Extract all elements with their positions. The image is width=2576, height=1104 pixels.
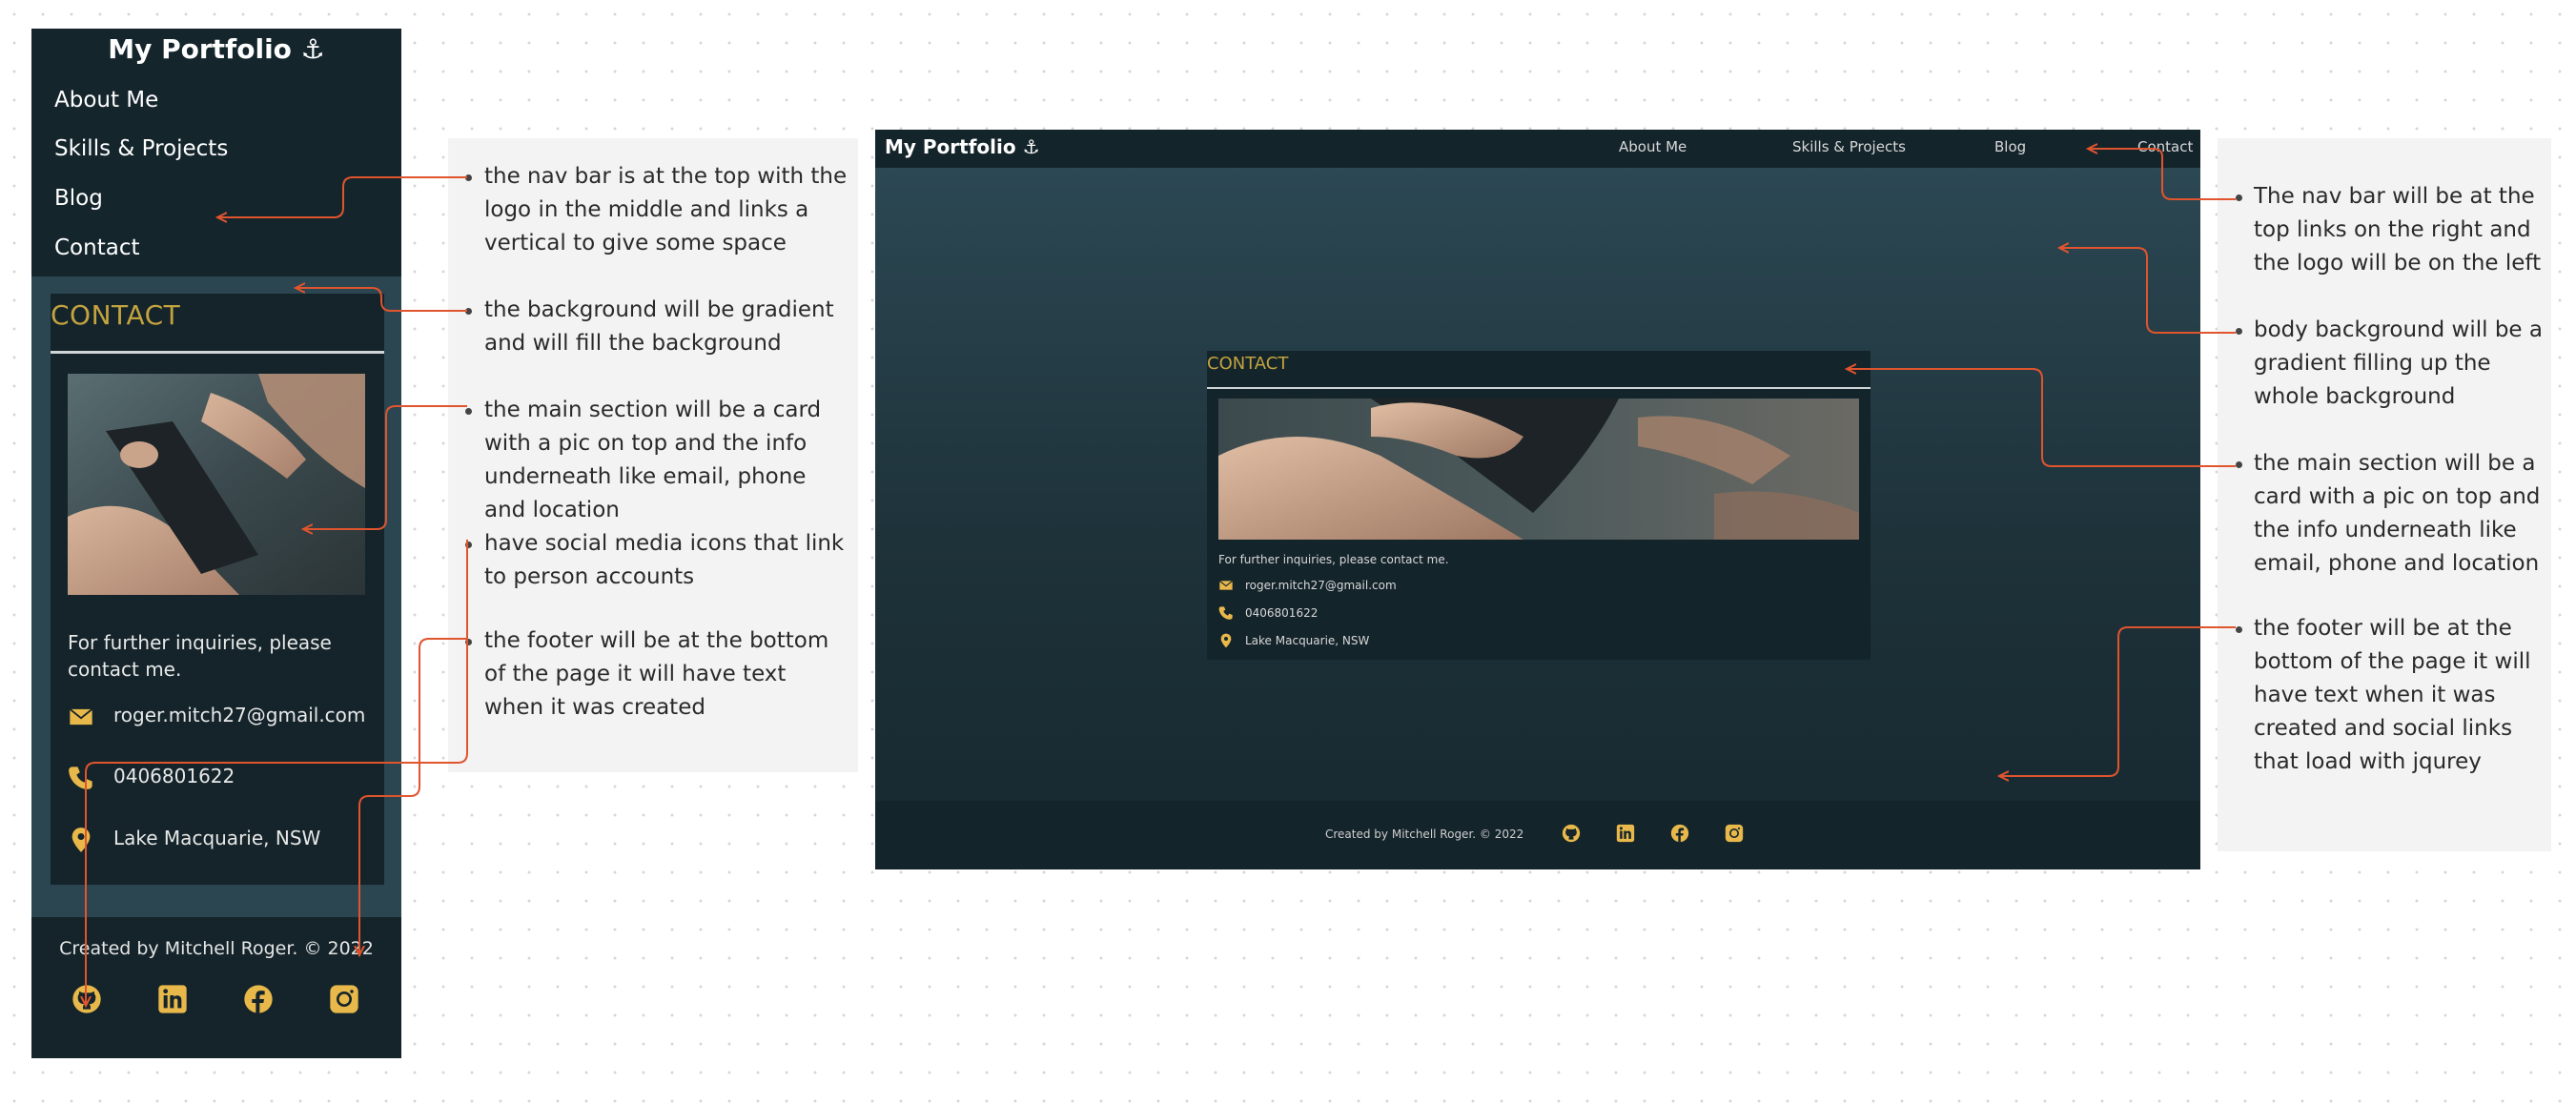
card-title: CONTACT	[1207, 354, 1289, 374]
mobile-mockup: My Portfolio ⚓ About Me Skills & Project…	[31, 29, 401, 1058]
instagram-icon[interactable]	[329, 984, 359, 1014]
footer-credit: Created by Mitchell Roger. © 2022	[59, 938, 374, 959]
card-title: CONTACT	[51, 299, 181, 331]
card-photo	[68, 374, 365, 595]
email-text[interactable]: roger.mitch27@gmail.com	[1245, 579, 1397, 592]
desktop-nav-bar: My Portfolio ⚓ About Me Skills & Project…	[875, 130, 2200, 168]
linkedin-icon[interactable]	[157, 984, 188, 1014]
facebook-icon[interactable]	[243, 984, 274, 1014]
mobile-note-card: the main section will be a card with a p…	[484, 398, 822, 522]
location-pin-icon	[68, 827, 94, 853]
instagram-icon[interactable]	[1725, 824, 1744, 843]
nav-link-skills[interactable]: Skills & Projects	[1792, 138, 1906, 155]
mobile-note-social: have social media icons that link to per…	[484, 531, 845, 589]
location-text: Lake Macquarie, NSW	[1245, 634, 1370, 647]
linkedin-icon[interactable]	[1616, 824, 1635, 843]
nav-link-blog[interactable]: Blog	[1994, 138, 2026, 155]
logo[interactable]: My Portfolio ⚓	[885, 135, 1040, 158]
inquiry-text: For further inquiries, please contact me…	[1218, 553, 1449, 566]
mobile-notes-panel: the nav bar is at the top with the logo …	[448, 138, 858, 772]
logo[interactable]: My Portfolio ⚓	[31, 31, 401, 69]
mobile-note-nav: the nav bar is at the top with the logo …	[484, 164, 848, 256]
mobile-footer: Created by Mitchell Roger. © 2022	[31, 917, 401, 1058]
note-bullet	[2236, 328, 2242, 335]
github-icon[interactable]	[72, 984, 102, 1014]
nav-link-contact[interactable]: Contact	[54, 235, 139, 260]
note-bullet	[465, 308, 472, 315]
note-bullet	[465, 174, 472, 181]
desktop-note-card: the main section will be a card with a p…	[2254, 451, 2541, 576]
card-photo	[1218, 399, 1859, 540]
desktop-note-nav: The nav bar will be at the top links on …	[2254, 184, 2542, 276]
location-text: Lake Macquarie, NSW	[113, 827, 321, 849]
facebook-icon[interactable]	[1670, 824, 1689, 843]
nav-link-contact[interactable]: Contact	[2137, 138, 2193, 155]
phone-icon	[1218, 605, 1234, 621]
mail-icon	[68, 704, 94, 730]
phone-text[interactable]: 0406801622	[1245, 606, 1318, 620]
desktop-note-footer: the footer will be at the bottom of the …	[2254, 616, 2531, 774]
mobile-note-background: the background will be gradient and will…	[484, 297, 834, 356]
desktop-footer: Created by Mitchell Roger. © 2022	[875, 801, 2200, 869]
note-bullet	[2236, 626, 2242, 633]
note-bullet	[465, 639, 472, 645]
note-bullet	[465, 542, 472, 548]
nav-link-about[interactable]: About Me	[1619, 138, 1687, 155]
note-bullet	[2236, 194, 2242, 201]
github-icon[interactable]	[1562, 824, 1581, 843]
desktop-note-background: body background will be a gradient filli…	[2254, 317, 2543, 409]
inquiry-text: For further inquiries, please contact me…	[68, 631, 332, 681]
card-divider	[1207, 387, 1871, 389]
note-bullet	[465, 408, 472, 415]
nav-link-blog[interactable]: Blog	[54, 186, 103, 211]
mobile-nav-bar: My Portfolio ⚓ About Me Skills & Project…	[31, 29, 401, 276]
phone-icon	[68, 765, 94, 791]
mail-icon	[1218, 578, 1234, 593]
nav-link-about[interactable]: About Me	[54, 88, 158, 112]
footer-credit: Created by Mitchell Roger. © 2022	[1325, 828, 1524, 841]
contact-card: CONTACT For further inquiries, please co…	[51, 294, 384, 885]
mobile-note-footer: the footer will be at the bottom of the …	[484, 628, 829, 720]
email-text[interactable]: roger.mitch27@gmail.com	[113, 704, 365, 726]
phone-text[interactable]: 0406801622	[113, 765, 235, 787]
desktop-notes-panel: The nav bar will be at the top links on …	[2218, 138, 2551, 851]
note-bullet	[2236, 461, 2242, 468]
location-pin-icon	[1218, 633, 1234, 648]
nav-link-skills[interactable]: Skills & Projects	[54, 136, 228, 161]
desktop-mockup: My Portfolio ⚓ About Me Skills & Project…	[875, 130, 2200, 869]
card-divider	[51, 351, 384, 354]
contact-card: CONTACT For further inquiries, please co…	[1207, 351, 1871, 660]
